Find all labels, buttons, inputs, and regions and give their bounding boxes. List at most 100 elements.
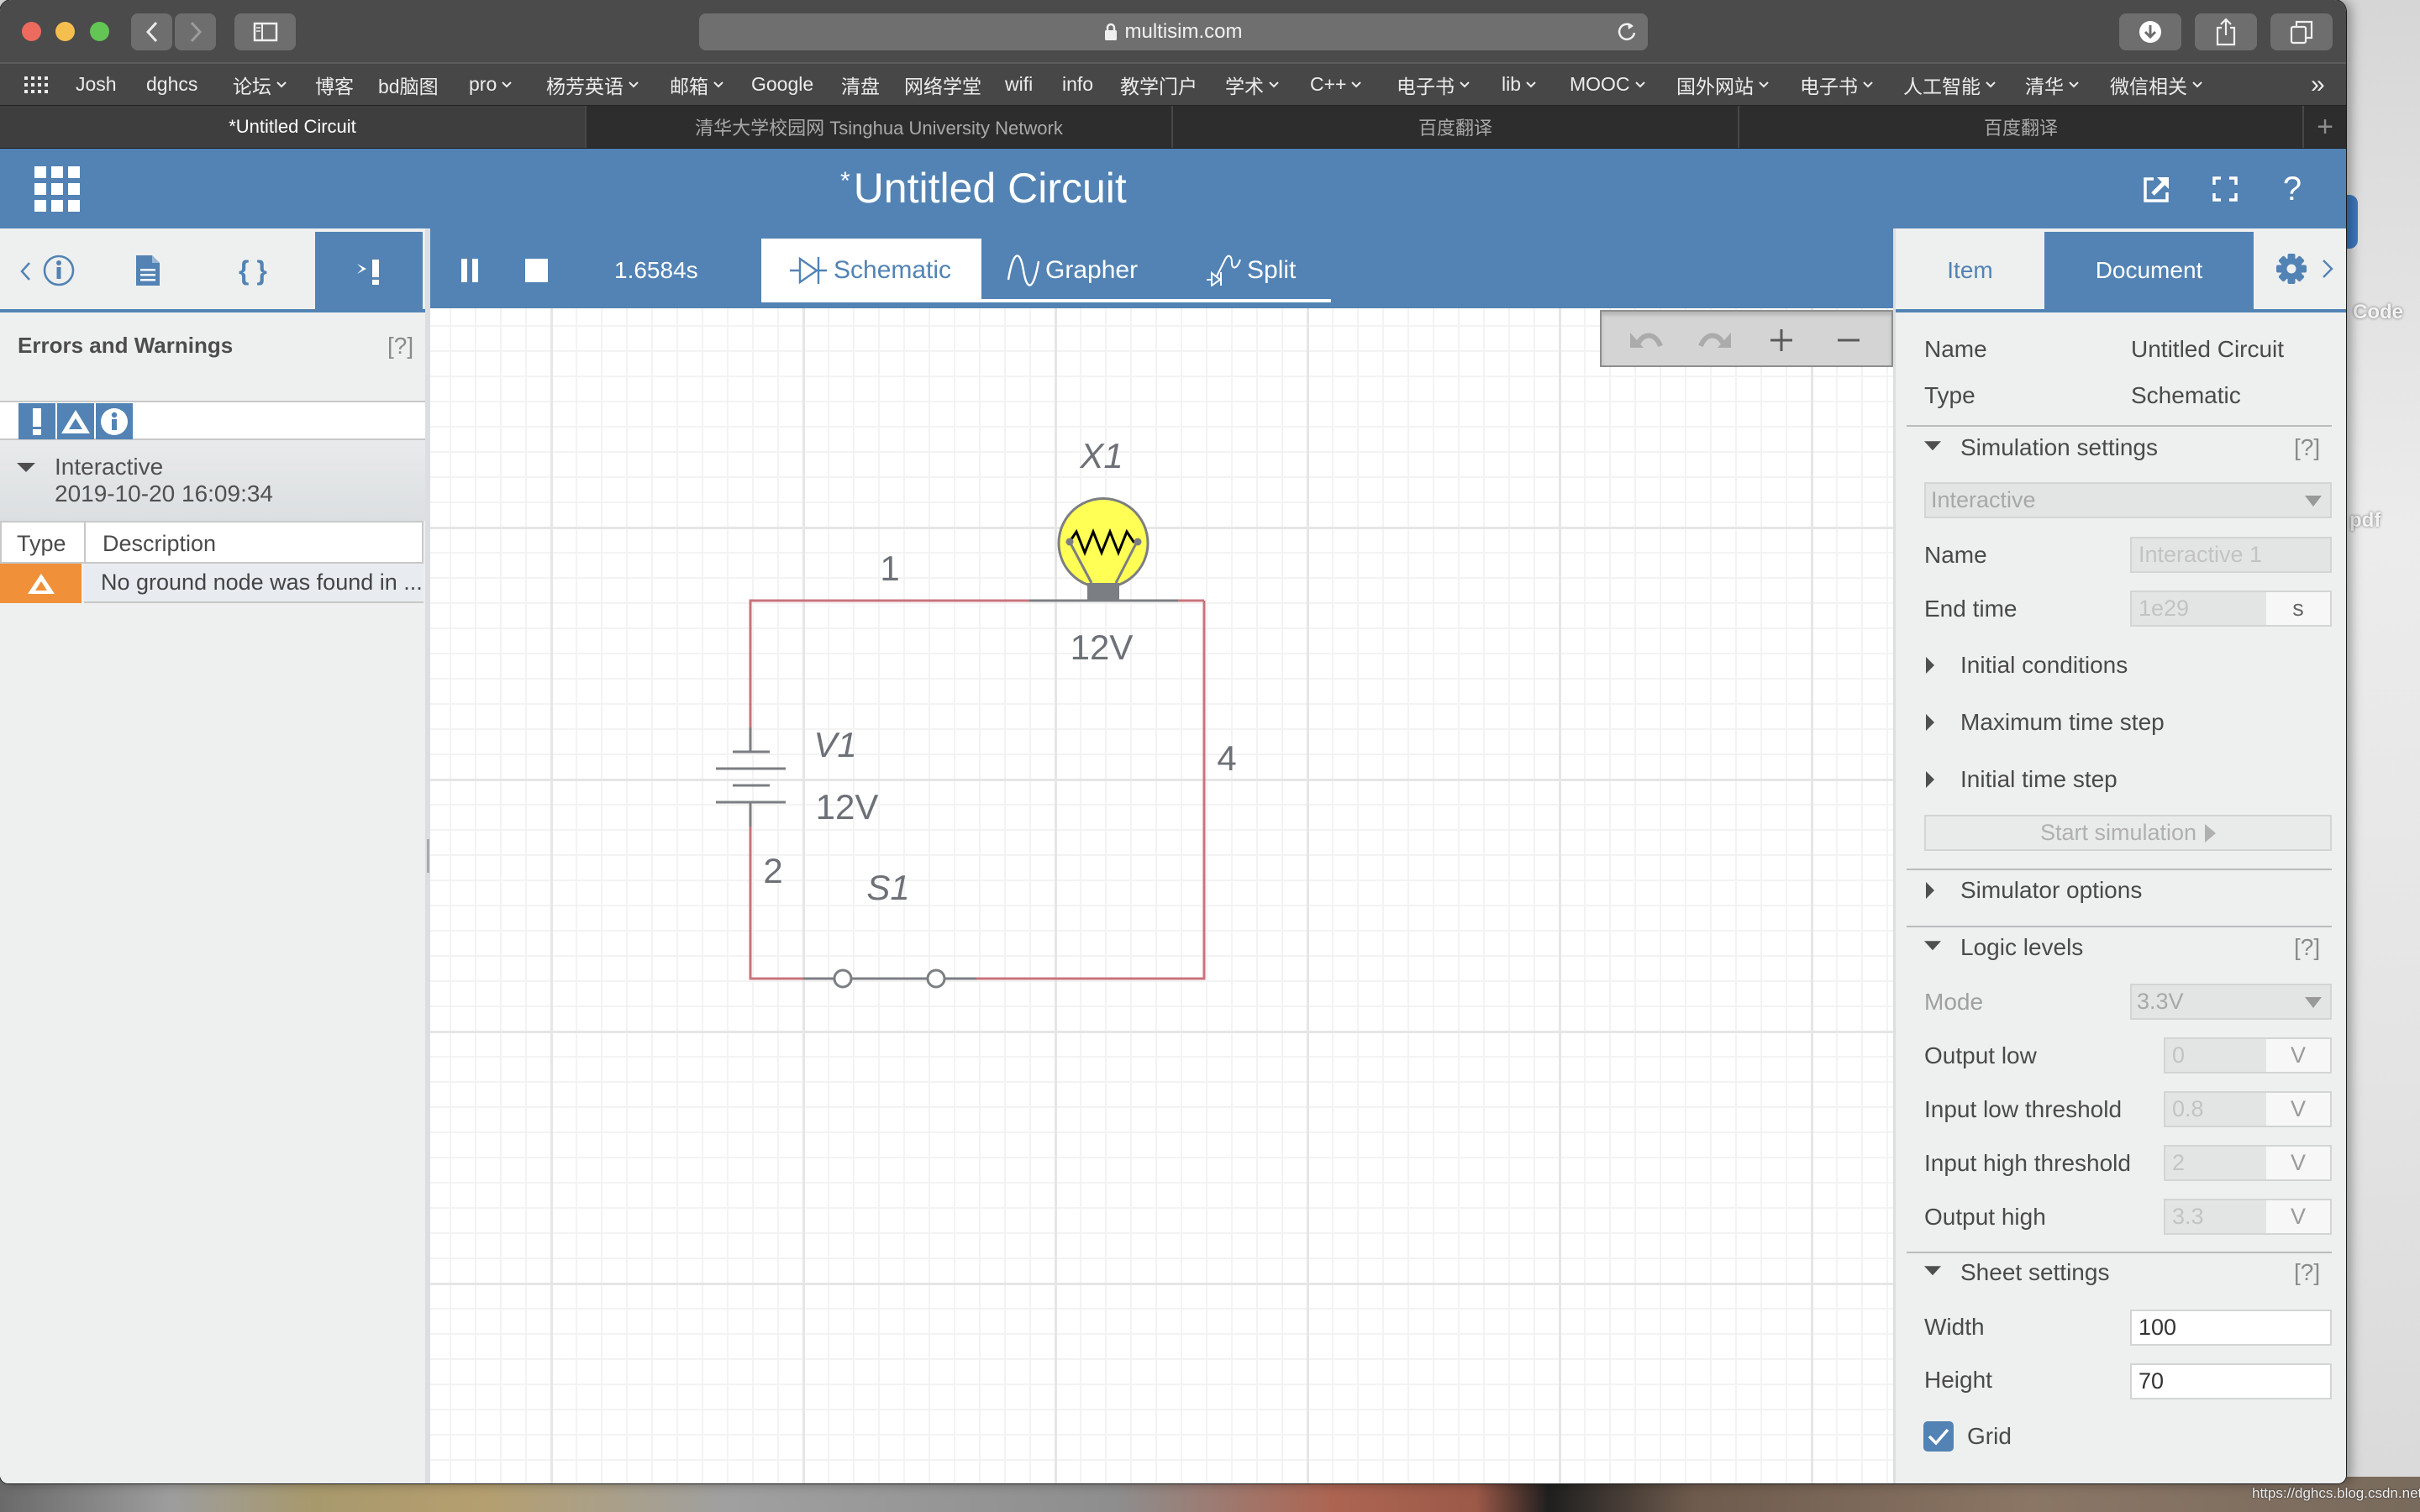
bookmark[interactable]: 教学门户 [1120,64,1197,105]
battery-v1[interactable] [716,727,786,827]
schematic-canvas[interactable]: X1 12V V1 12V S1 1 2 4 [430,308,1893,1483]
switch-ref-label[interactable]: S1 [866,868,909,907]
expand-triangle-icon[interactable] [17,463,35,472]
reload-icon[interactable] [1615,20,1639,44]
lamp-value-label[interactable]: 12V [1071,627,1134,667]
fullscreen-button[interactable] [2207,171,2244,207]
initial-conditions-section[interactable]: Initial conditions [1960,652,2128,679]
column-header-type[interactable]: Type [17,531,66,557]
stop-button[interactable] [519,254,555,287]
bookmark[interactable]: Josh [76,64,117,105]
close-window-button[interactable] [22,22,41,41]
battery-ref-label[interactable]: V1 [813,725,856,764]
bookmark-folder[interactable]: 杨芳英语 [546,64,639,105]
popout-button[interactable] [2139,171,2175,207]
collapse-triangle-icon[interactable] [1924,441,1941,451]
expand-triangle-icon[interactable] [1926,657,1934,674]
browser-tab[interactable]: 清华大学校园网 Tsinghua University Network [587,106,1173,148]
bookmark[interactable]: dghcs [146,64,197,105]
browser-tab[interactable]: *Untitled Circuit [0,106,587,148]
bookmark-folder[interactable]: 邮箱 [670,64,723,105]
analysis-name-input[interactable] [2130,537,2332,573]
output-high-input[interactable] [2165,1200,2266,1233]
net-label-2[interactable]: 2 [763,851,782,890]
bookmark-folder[interactable]: 电子书 [1397,64,1470,105]
expand-triangle-icon[interactable] [1926,771,1934,788]
bookmark[interactable]: 清盘 [841,64,880,105]
errors-help-link[interactable]: [?] [387,333,413,360]
bookmark-folder[interactable]: 清华 [2025,64,2079,105]
bookmark[interactable]: bd脑图 [378,64,439,105]
forward-button[interactable] [175,13,216,50]
pause-button[interactable] [455,254,491,287]
collapse-left-panel-icon[interactable] [18,260,32,282]
browser-tab[interactable]: 百度翻译 [1173,106,1739,148]
code-tab-icon[interactable]: { } [239,255,267,286]
bookmark-folder[interactable]: C++ [1310,64,1362,105]
tab-document[interactable]: Document [2044,232,2254,309]
output-low-input[interactable] [2165,1039,2266,1072]
table-row[interactable]: No ground node was found in ... [0,564,424,603]
circuit-drawing[interactable]: X1 12V V1 12V S1 1 2 4 [430,308,1893,1483]
lamp-ref-label[interactable]: X1 [1079,436,1123,475]
error-group-interactive[interactable]: Interactive 2019-10-20 16:09:34 [0,440,425,521]
max-time-step-section[interactable]: Maximum time step [1960,709,2165,736]
zoom-out-button[interactable] [1828,322,1870,359]
bookmark-folder[interactable]: 论坛 [233,64,287,105]
logic-help-link[interactable]: [?] [2294,934,2320,961]
initial-time-step-section[interactable]: Initial time step [1960,766,2118,793]
lamp-x1[interactable] [1029,497,1178,602]
minimize-window-button[interactable] [55,22,75,41]
switch-s1[interactable] [803,969,976,989]
logic-mode-select[interactable]: 3.3V [2130,984,2332,1020]
simulation-settings-header[interactable]: Simulation settings [1960,434,2158,461]
end-time-input[interactable] [2132,592,2266,625]
bookmark-folder[interactable]: 微信相关 [2110,64,2202,105]
grid-label[interactable]: Grid [1967,1423,2012,1450]
undo-button[interactable] [1626,322,1668,359]
filter-warnings-button[interactable] [57,403,94,439]
simulation-mode-select[interactable]: Interactive [1924,482,2332,518]
battery-value-label[interactable]: 12V [816,787,879,827]
zoom-in-button[interactable] [1760,322,1802,359]
tab-split[interactable]: Split [1205,239,1296,302]
apps-grid-icon[interactable] [24,76,50,93]
input-low-threshold-input[interactable] [2165,1093,2266,1126]
simulator-options-section[interactable]: Simulator options [1960,877,2142,904]
app-menu-grid-icon[interactable] [34,166,80,212]
simulation-help-link[interactable]: [?] [2294,434,2320,461]
downloads-button[interactable] [2119,13,2181,50]
bookmarks-overflow-button[interactable]: » [2311,64,2325,105]
desktop-app-icon[interactable] [2346,195,2358,249]
browser-tab[interactable]: 百度翻译 [1739,106,2304,148]
back-button[interactable] [131,13,172,50]
net-label-4[interactable]: 4 [1217,738,1236,778]
sheet-width-input[interactable] [2130,1310,2332,1346]
collapse-triangle-icon[interactable] [1924,1266,1941,1276]
bookmark-folder[interactable]: 人工智能 [1903,64,1996,105]
desktop-icon-label[interactable]: pdf [2349,509,2381,533]
sheet-settings-header[interactable]: Sheet settings [1960,1259,2109,1286]
address-bar[interactable]: multisim.com [699,13,1648,50]
sheet-height-input[interactable] [2130,1363,2332,1399]
expand-right-panel-icon[interactable] [2321,259,2334,279]
filter-info-button[interactable] [96,403,133,439]
filter-errors-button[interactable] [18,403,55,439]
bookmark[interactable]: 网络学堂 [904,64,981,105]
bookmark-folder[interactable]: pro [469,64,512,105]
new-tab-button[interactable]: + [2304,106,2346,148]
bookmark-folder[interactable]: 国外网站 [1676,64,1769,105]
logic-levels-header[interactable]: Logic levels [1960,934,2083,961]
tab-item[interactable]: Item [1896,232,2044,309]
bookmark-folder[interactable]: 学术 [1225,64,1279,105]
wire-net-1[interactable] [749,599,1204,727]
bookmark-folder[interactable]: lib [1502,64,1536,105]
redo-button[interactable] [1693,322,1735,359]
splitter-handle[interactable] [427,839,429,873]
grid-checkbox[interactable] [1923,1421,1954,1452]
expand-triangle-icon[interactable] [1926,714,1934,731]
zoom-window-button[interactable] [90,22,109,41]
share-button[interactable] [2195,13,2257,50]
column-header-description[interactable]: Description [103,531,216,557]
bookmark[interactable]: wifi [1005,64,1033,105]
